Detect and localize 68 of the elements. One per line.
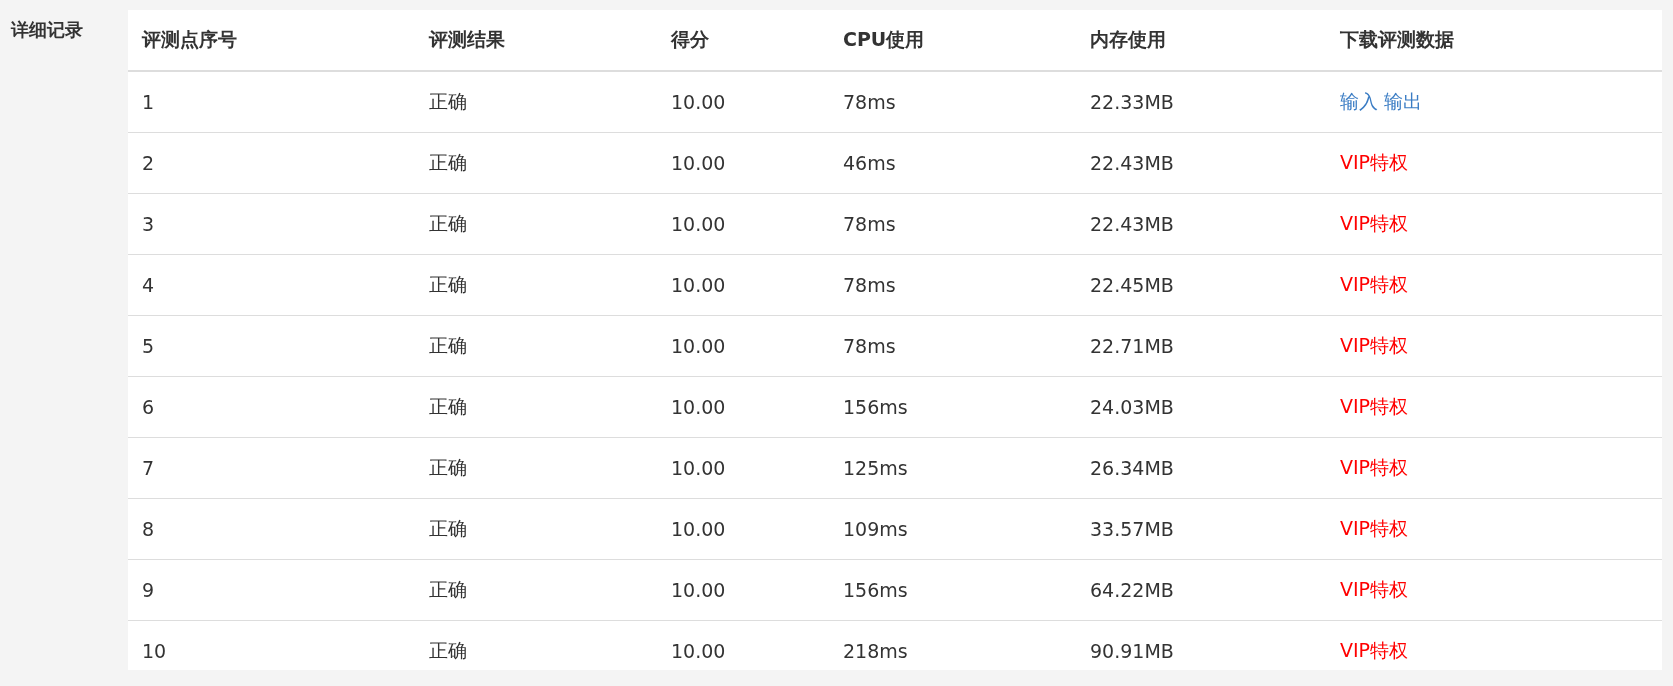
vip-notice: VIP特权	[1340, 516, 1409, 541]
table-cell-text: 正确	[429, 516, 468, 541]
table-cell-text: 10.00	[671, 518, 727, 540]
table-cell-text: 正确	[429, 150, 468, 175]
table-cell-text: 8	[142, 518, 156, 540]
table-cell-text: 22.43MB	[1090, 213, 1175, 235]
table-cell-text: 22.71MB	[1090, 335, 1175, 357]
table-cell-text: 10.00	[671, 396, 727, 418]
vip-notice: VIP特权	[1340, 150, 1409, 175]
column-header: 内存使用	[1090, 27, 1167, 52]
table-cell-text: 1	[142, 91, 156, 113]
table-cell-text: 正确	[429, 638, 468, 663]
table-cell-text: 10.00	[671, 213, 727, 235]
vip-notice: VIP特权	[1340, 394, 1409, 419]
vip-notice: VIP特权	[1340, 577, 1409, 602]
table-cell-text: 78ms	[843, 274, 897, 296]
column-header: 得分	[671, 27, 710, 52]
table-cell-text: 正确	[429, 333, 468, 358]
table-cell-text: 22.45MB	[1090, 274, 1175, 296]
section-label: 详细记录	[11, 18, 84, 42]
table-cell-text: 5	[142, 335, 156, 357]
table-cell-text: 10.00	[671, 457, 727, 479]
table-cell-text: 156ms	[843, 396, 909, 418]
column-header: 评测点序号	[142, 27, 238, 52]
table-cell-text: 2	[142, 152, 156, 174]
table-cell-text: 78ms	[843, 91, 897, 113]
table-cell-text: 218ms	[843, 640, 909, 662]
table-cell-text: 3	[142, 213, 156, 235]
table-cell-text: 22.43MB	[1090, 152, 1175, 174]
table-cell-text: 10.00	[671, 579, 727, 601]
vip-notice: VIP特权	[1340, 272, 1409, 297]
table-cell-text: 10	[142, 640, 168, 662]
table-cell-text: 125ms	[843, 457, 909, 479]
table-cell-text: 33.57MB	[1090, 518, 1175, 540]
table-cell-text: 10.00	[671, 274, 727, 296]
table-cell-text: 46ms	[843, 152, 897, 174]
table-cell-text: 10.00	[671, 640, 727, 662]
table-cell-text: 78ms	[843, 213, 897, 235]
table-cell-text: 正确	[429, 455, 468, 480]
table-cell-text: 22.33MB	[1090, 91, 1175, 113]
table-cell-text: 正确	[429, 211, 468, 236]
table-cell-text: 109ms	[843, 518, 909, 540]
table-cell-text: 正确	[429, 89, 468, 114]
vip-notice: VIP特权	[1340, 455, 1409, 480]
table-cell-text: 6	[142, 396, 156, 418]
vip-notice: VIP特权	[1340, 638, 1409, 663]
table-cell-text: 4	[142, 274, 156, 296]
table-cell-text: 156ms	[843, 579, 909, 601]
table-cell-text: 正确	[429, 272, 468, 297]
table-cell-text: 9	[142, 579, 156, 601]
table-cell-text: 7	[142, 457, 156, 479]
table-cell-text: 正确	[429, 577, 468, 602]
column-header: 下载评测数据	[1340, 27, 1454, 52]
table-cell-text: 10.00	[671, 335, 727, 357]
table-cell-text: 10.00	[671, 91, 727, 113]
table-cell-text: 26.34MB	[1090, 457, 1175, 479]
table-cell-text: 78ms	[843, 335, 897, 357]
table-cell-text: 64.22MB	[1090, 579, 1175, 601]
table-cell-text: 正确	[429, 394, 468, 419]
table-cell-text: 24.03MB	[1090, 396, 1175, 418]
vip-notice: VIP特权	[1340, 333, 1409, 358]
table-cell-text: 90.91MB	[1090, 640, 1175, 662]
download-link[interactable]: 输出	[1384, 89, 1422, 115]
table-cell-text: 10.00	[671, 152, 727, 174]
column-header: 评测结果	[429, 27, 506, 52]
vip-notice: VIP特权	[1340, 211, 1409, 236]
column-header: CPU使用	[843, 27, 926, 52]
download-link[interactable]: 输入	[1340, 89, 1378, 115]
